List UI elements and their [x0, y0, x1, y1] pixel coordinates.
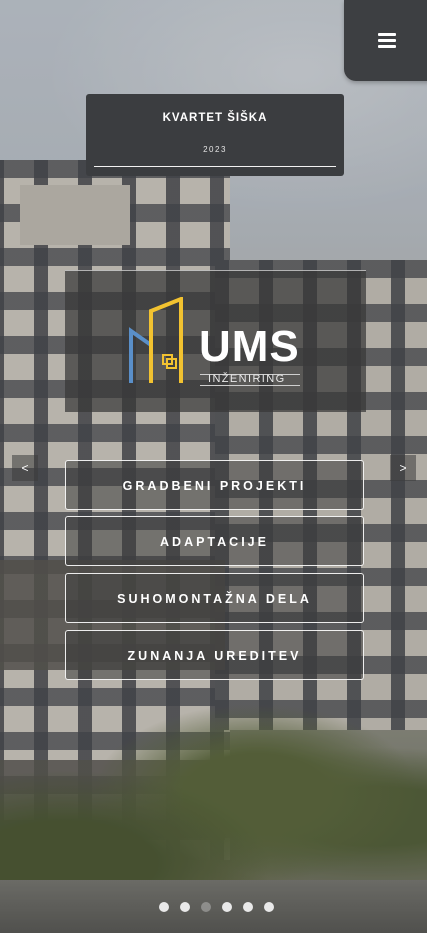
logo-wordmark: UMS: [199, 322, 300, 371]
logo-divider-bottom: [200, 385, 300, 386]
logo-box: UMS INŽENIRING: [65, 270, 366, 412]
category-button-suhomontazna-dela[interactable]: SUHOMONTAŽNA DELA: [65, 573, 364, 623]
category-button-zunanja-ureditev[interactable]: ZUNANJA UREDITEV: [65, 630, 364, 680]
carousel-dot[interactable]: [243, 902, 253, 912]
divider: [94, 166, 336, 167]
logo-subtitle: INŽENIRING: [208, 373, 286, 385]
category-button-gradbeni-projekti[interactable]: GRADBENI PROJEKTI: [65, 460, 364, 510]
carousel-dot[interactable]: [201, 902, 211, 912]
carousel-dot[interactable]: [264, 902, 274, 912]
carousel-next-button[interactable]: >: [390, 455, 416, 481]
carousel-dot[interactable]: [180, 902, 190, 912]
project-year: 2023: [203, 145, 227, 154]
ums-logo-icon: [129, 297, 183, 383]
carousel-prev-button[interactable]: <: [12, 455, 38, 481]
carousel-dot[interactable]: [159, 902, 169, 912]
hamburger-menu-icon: [378, 33, 396, 48]
category-button-adaptacije[interactable]: ADAPTACIJE: [65, 516, 364, 566]
project-card[interactable]: KVARTET ŠIŠKA 2023: [86, 94, 344, 176]
project-title: KVARTET ŠIŠKA: [162, 112, 268, 124]
menu-button[interactable]: [344, 0, 427, 81]
carousel-dot[interactable]: [222, 902, 232, 912]
